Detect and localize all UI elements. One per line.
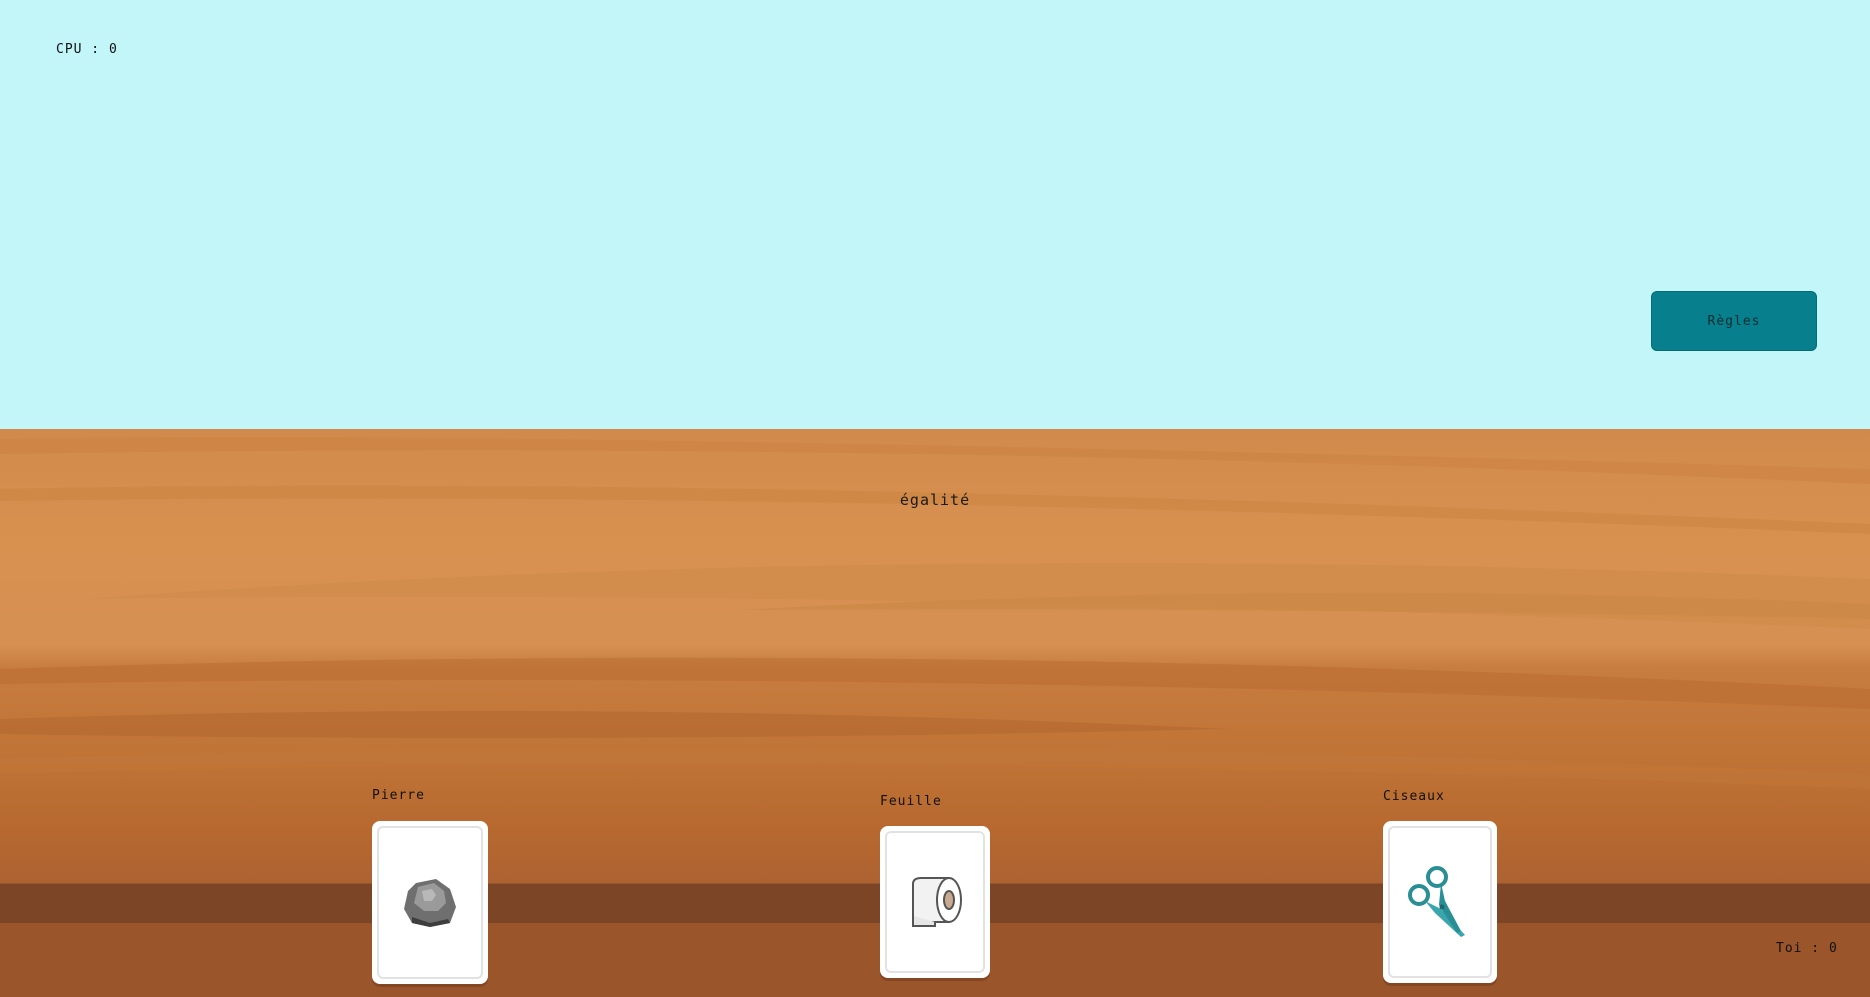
toilet-paper-icon	[912, 877, 962, 927]
cpu-score: CPU : 0	[56, 42, 118, 57]
sky-background	[0, 0, 1870, 430]
card-pierre[interactable]	[372, 821, 488, 984]
card-feuille[interactable]	[880, 826, 990, 978]
card-face	[377, 826, 483, 979]
card-face	[885, 831, 985, 973]
card-label-feuille: Feuille	[880, 794, 942, 809]
card-ciseaux[interactable]	[1383, 821, 1497, 983]
player-score: Toi : 0	[1776, 941, 1838, 956]
card-face	[1388, 826, 1492, 978]
rock-icon	[404, 878, 456, 927]
card-label-ciseaux: Ciseaux	[1383, 789, 1445, 804]
rules-button[interactable]: Règles	[1651, 291, 1817, 351]
round-result: égalité	[899, 491, 971, 509]
card-label-pierre: Pierre	[372, 788, 425, 803]
scissors-icon	[1408, 866, 1465, 937]
